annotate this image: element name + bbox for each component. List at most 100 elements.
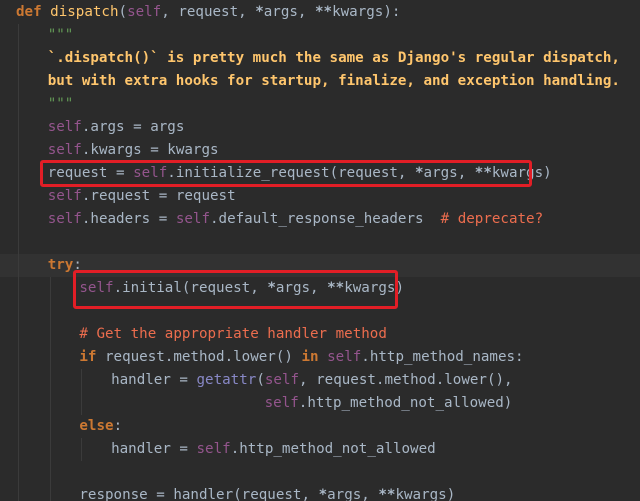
code-token: ** bbox=[315, 4, 333, 20]
code-text: def dispatch(self, request, *args, **kwa… bbox=[16, 1, 400, 24]
code-line[interactable]: handler = self.http_method_not_allowed bbox=[0, 438, 640, 461]
indent-guide bbox=[49, 461, 51, 484]
code-token: self bbox=[327, 349, 362, 365]
indent-guide bbox=[18, 47, 19, 70]
code-line[interactable]: if request.method.lower() in self.http_m… bbox=[0, 346, 640, 369]
indent-guide bbox=[49, 392, 51, 415]
code-line[interactable] bbox=[0, 461, 640, 484]
code-token: self bbox=[175, 211, 210, 227]
code-line[interactable] bbox=[0, 231, 640, 254]
code-token: self bbox=[47, 211, 82, 227]
code-token: * bbox=[318, 487, 328, 501]
code-token: dispatch bbox=[50, 4, 119, 20]
code-line[interactable]: self.headers = self.default_response_hea… bbox=[0, 208, 640, 231]
code-line[interactable]: """ bbox=[0, 24, 640, 47]
code-line[interactable]: """ bbox=[0, 93, 640, 116]
code-token: kwargs): bbox=[332, 4, 401, 20]
code-line[interactable]: self.args = args bbox=[0, 116, 640, 139]
indent-guide bbox=[18, 24, 19, 47]
indent-guide bbox=[18, 116, 19, 139]
code-token: else bbox=[79, 418, 114, 434]
indent-guide bbox=[18, 208, 19, 231]
code-line[interactable]: `.dispatch()` is pretty much the same as… bbox=[0, 47, 640, 70]
code-line[interactable]: else: bbox=[0, 415, 640, 438]
code-token: in bbox=[301, 349, 328, 365]
code-text: but with extra hooks for startup, finali… bbox=[48, 70, 620, 93]
indent-guide bbox=[49, 323, 51, 346]
indent-guide bbox=[18, 346, 19, 369]
code-token: .headers = bbox=[81, 211, 176, 227]
code-token: # deprecate? bbox=[440, 211, 544, 227]
indent-guide bbox=[18, 185, 19, 208]
indent-guide bbox=[18, 438, 19, 461]
code-line[interactable]: # Get the appropriate handler method bbox=[0, 323, 640, 346]
indent-guide bbox=[18, 484, 19, 501]
code-token: .default_response_headers bbox=[210, 211, 441, 227]
code-token: self bbox=[47, 119, 82, 135]
code-line[interactable]: self.request = request bbox=[0, 185, 640, 208]
code-text: self.args = args bbox=[48, 116, 185, 139]
code-text: """ bbox=[48, 24, 74, 47]
code-line[interactable]: response = handler(request, *args, **kwa… bbox=[0, 484, 640, 501]
code-line[interactable]: def dispatch(self, request, *args, **kwa… bbox=[0, 1, 640, 24]
code-text: self.kwargs = kwargs bbox=[48, 139, 219, 162]
indent-guide bbox=[18, 300, 19, 323]
code-token: but with extra hooks for startup, finali… bbox=[47, 73, 620, 89]
indent-guide bbox=[18, 162, 19, 185]
code-token: self bbox=[47, 188, 82, 204]
code-token: handler = bbox=[111, 372, 197, 388]
indent-guide bbox=[18, 139, 19, 162]
indent-guide bbox=[81, 369, 83, 392]
code-token: """ bbox=[47, 96, 74, 112]
code-token: .http_method_not_allowed bbox=[230, 441, 436, 457]
indent-guide bbox=[18, 254, 19, 277]
code-token: """ bbox=[47, 27, 74, 43]
indent-guide bbox=[49, 369, 51, 392]
indent-guide bbox=[18, 323, 19, 346]
indent-guide bbox=[81, 438, 83, 461]
code-token: response = handler(request, bbox=[79, 487, 319, 501]
indent-guide bbox=[49, 415, 51, 438]
indent-guide bbox=[49, 438, 51, 461]
code-token: args, bbox=[327, 487, 379, 501]
code-token: handler = bbox=[111, 441, 197, 457]
code-token: # Get the appropriate handler method bbox=[79, 326, 387, 342]
code-token: self bbox=[196, 441, 231, 457]
code-token: request.method.lower() bbox=[105, 349, 302, 365]
code-text: self.headers = self.default_response_hea… bbox=[48, 208, 543, 231]
code-line[interactable]: handler = getattr(self, request.method.l… bbox=[0, 369, 640, 392]
code-token: .request = request bbox=[81, 188, 236, 204]
code-line[interactable]: self.kwargs = kwargs bbox=[0, 139, 640, 162]
indent-guide bbox=[49, 484, 51, 501]
code-text: response = handler(request, *args, **kwa… bbox=[79, 484, 455, 501]
code-line[interactable]: but with extra hooks for startup, finali… bbox=[0, 70, 640, 93]
code-token: .http_method_names: bbox=[361, 349, 524, 365]
indent-guide bbox=[18, 93, 19, 116]
indent-guide bbox=[49, 346, 51, 369]
code-token: .http_method_not_allowed) bbox=[298, 395, 513, 411]
code-token: ( bbox=[256, 372, 265, 388]
code-token: ( bbox=[118, 4, 128, 20]
code-token: .args = args bbox=[81, 119, 185, 135]
code-token: try bbox=[47, 257, 74, 273]
code-editor[interactable]: def dispatch(self, request, *args, **kwa… bbox=[0, 0, 640, 501]
highlight-initialize-request bbox=[40, 160, 532, 187]
code-token: args, bbox=[263, 4, 315, 20]
code-token: , request, bbox=[161, 4, 256, 20]
code-text: # Get the appropriate handler method bbox=[79, 323, 387, 346]
indent-guide bbox=[18, 277, 19, 300]
code-token: kwargs) bbox=[395, 487, 456, 501]
code-token: def bbox=[16, 4, 51, 20]
code-token: self bbox=[127, 4, 162, 20]
indent-guide bbox=[18, 231, 19, 254]
indent-guide bbox=[49, 277, 51, 300]
code-token: self bbox=[264, 395, 299, 411]
code-text: self.http_method_not_allowed) bbox=[265, 392, 513, 415]
code-token: self bbox=[264, 372, 300, 388]
code-text: else: bbox=[79, 415, 122, 438]
indent-guide bbox=[18, 70, 19, 93]
code-line[interactable]: self.http_method_not_allowed) bbox=[0, 392, 640, 415]
code-token: * bbox=[255, 4, 264, 20]
code-text: `.dispatch()` is pretty much the same as… bbox=[48, 47, 620, 70]
code-token: self bbox=[47, 142, 82, 158]
